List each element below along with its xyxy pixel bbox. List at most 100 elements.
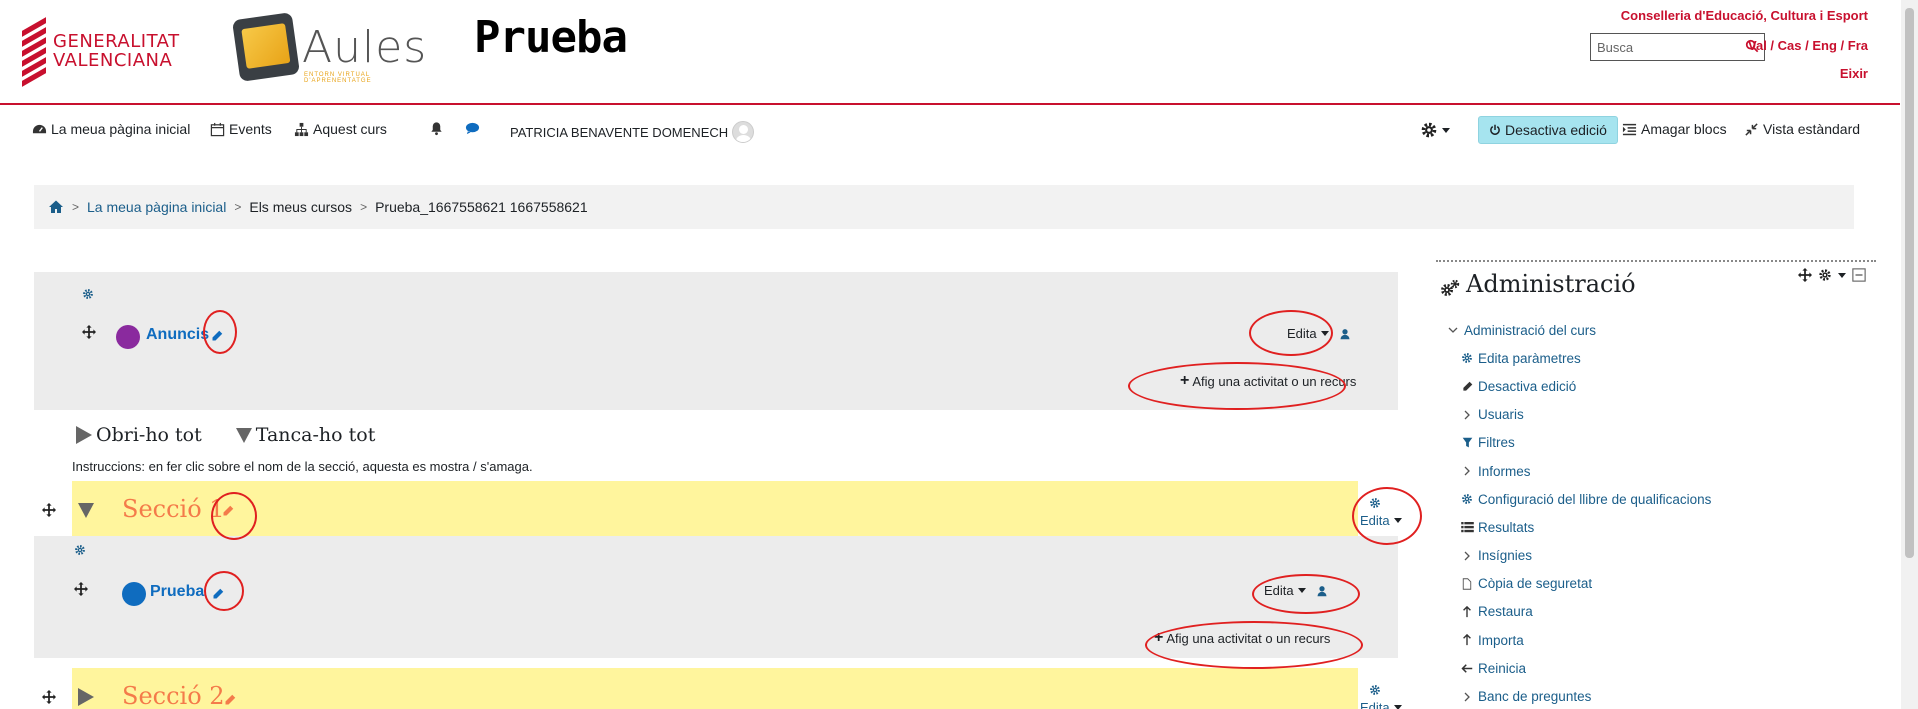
move-icon[interactable] (42, 690, 56, 704)
standard-view-button[interactable]: Vista estàndard (1744, 121, 1860, 137)
admin-item-turn-editing-off[interactable]: Desactiva edició (1444, 372, 1711, 400)
chevron-down-icon[interactable] (1838, 272, 1846, 278)
lang-eng[interactable]: Eng (1812, 38, 1837, 53)
gear-icon (1458, 493, 1476, 505)
toggle-edit-button[interactable]: Desactiva edició (1478, 116, 1618, 144)
expand-collapse-controls: Obri-ho tot Tanca-ho tot (76, 424, 375, 446)
standard-view-label: Vista estàndard (1763, 121, 1861, 137)
gear-icon (1421, 122, 1437, 138)
chevron-right-icon (1458, 692, 1476, 702)
home-icon[interactable] (48, 199, 64, 215)
hide-blocks-button[interactable]: Amagar blocs (1622, 121, 1727, 137)
admin-item-label: Banc de preguntes (1478, 689, 1592, 705)
admin-item-label: Còpia de seguretat (1478, 576, 1593, 592)
move-icon[interactable] (1798, 268, 1812, 282)
admin-item-label: Desactiva edició (1478, 378, 1577, 394)
dashboard-icon (32, 124, 47, 133)
pencil-icon[interactable] (224, 694, 236, 706)
gear-icon (1458, 352, 1476, 364)
lang-val[interactable]: Val (1748, 38, 1767, 53)
breadcrumb-home[interactable]: La meua pàgina inicial (87, 199, 226, 215)
nav-home[interactable]: La meua pàgina inicial (32, 121, 190, 137)
admin-item-edit-settings[interactable]: Edita paràmetres (1444, 344, 1711, 372)
activity-anuncis[interactable]: Anuncis (146, 326, 209, 344)
admin-item-label: Insígnies (1478, 548, 1533, 564)
section-2-edit-label: Edita (1360, 700, 1390, 709)
search-input[interactable] (1591, 34, 1731, 60)
gear-icon[interactable] (1369, 684, 1381, 696)
user-menu[interactable]: PATRICIA BENAVENTE DOMENECH (510, 121, 755, 143)
upload-icon (1458, 605, 1476, 618)
breadcrumb-my-courses[interactable]: Els meus cursos (249, 199, 352, 215)
admin-item-restore[interactable]: Restaura (1444, 598, 1711, 626)
chevron-right-icon (1458, 466, 1476, 476)
section-1-header[interactable]: Secció 1 (72, 481, 1358, 537)
generalitat-logo[interactable]: GENERALITAT VALENCIANA (20, 17, 180, 87)
admin-item-users[interactable]: Usuaris (1444, 401, 1711, 429)
scrollbar-thumb[interactable] (1905, 8, 1914, 558)
collapse-all-button[interactable]: Tanca-ho tot (235, 424, 376, 446)
messages-button[interactable] (465, 121, 480, 136)
logout-link[interactable]: Eixir (1840, 66, 1868, 81)
lang-cas[interactable]: Cas (1778, 38, 1802, 53)
arrow-left-icon (1458, 663, 1476, 674)
filter-icon (1458, 437, 1476, 448)
chevron-right-icon (1458, 410, 1476, 420)
triangle-down-icon[interactable] (78, 503, 94, 518)
annotation-circle (211, 492, 257, 540)
bell-icon (431, 122, 442, 136)
settings-menu[interactable] (1420, 121, 1450, 139)
admin-item-filters[interactable]: Filtres (1444, 429, 1711, 457)
admin-item-reset[interactable]: Reinicia (1444, 654, 1711, 682)
administration-block: Administració Administració del curs Edi… (1436, 260, 1876, 709)
conselleria-link[interactable]: Conselleria d'Educació, Cultura i Esport (1621, 8, 1868, 23)
gear-icon[interactable] (74, 544, 86, 556)
move-icon[interactable] (74, 582, 88, 596)
forum-icon (116, 325, 140, 349)
admin-item-label: Resultats (1478, 519, 1535, 535)
breadcrumb-separator: > (72, 200, 80, 214)
collapse-all-label: Tanca-ho tot (255, 424, 376, 446)
breadcrumb-current-course: Prueba_1667558621 1667558621 (375, 199, 588, 215)
section-2-header[interactable]: Secció 2 (72, 668, 1358, 709)
admin-item-gradebook-setup[interactable]: Configuració del llibre de qualificacion… (1444, 485, 1711, 513)
user-name: PATRICIA BENAVENTE DOMENECH (510, 124, 729, 140)
chevron-down-icon (1393, 705, 1402, 709)
user-icon[interactable] (1339, 328, 1351, 340)
admin-item-outcomes[interactable]: Resultats (1444, 513, 1711, 541)
gear-icon[interactable] (82, 288, 94, 300)
activity-prueba[interactable]: Prueba (150, 583, 204, 601)
move-icon[interactable] (82, 325, 96, 339)
section-2-title[interactable]: Secció 2 (122, 682, 225, 709)
expand-all-button[interactable]: Obri-ho tot (76, 424, 202, 446)
aules-logo[interactable]: Aules ENTORN VIRTUAL D'APRENENTATGE (226, 12, 426, 92)
admin-menu: Administració del curs Edita paràmetres … (1444, 316, 1711, 709)
triangle-right-icon[interactable] (78, 688, 94, 706)
notifications-button[interactable] (429, 121, 444, 136)
breadcrumb-separator: > (234, 200, 242, 214)
nav-home-label: La meua pàgina inicial (51, 121, 191, 137)
generalitat-emblem-icon (20, 17, 48, 87)
annotation-circle (1352, 487, 1422, 545)
nav-events[interactable]: Events (210, 121, 272, 137)
toggle-edit-label: Desactiva edició (1505, 122, 1607, 138)
lang-fra[interactable]: Fra (1848, 38, 1868, 53)
admin-item-badges[interactable]: Insígnies (1444, 542, 1711, 570)
aules-logo-subtitle: ENTORN VIRTUAL D'APRENENTATGE (304, 72, 372, 84)
admin-item-question-bank[interactable]: Banc de preguntes (1444, 682, 1711, 709)
admin-item-reports[interactable]: Informes (1444, 457, 1711, 485)
move-icon[interactable] (42, 503, 56, 517)
site-name[interactable]: Prueba (474, 12, 628, 63)
section-2-edit-menu[interactable]: Edita (1360, 700, 1402, 709)
admin-item-backup[interactable]: Còpia de seguretat (1444, 570, 1711, 598)
gears-icon (1441, 279, 1460, 296)
nav-course[interactable]: Aquest curs (294, 121, 387, 137)
chat-bubble-icon (465, 122, 480, 135)
section-1-title[interactable]: Secció 1 (122, 495, 225, 523)
admin-item-import[interactable]: Importa (1444, 626, 1711, 654)
collapse-block-icon[interactable] (1852, 268, 1866, 282)
page-scrollbar[interactable] (1901, 0, 1918, 709)
power-icon (1490, 124, 1500, 135)
admin-item-course-admin[interactable]: Administració del curs (1444, 316, 1711, 344)
gear-icon[interactable] (1818, 268, 1832, 282)
